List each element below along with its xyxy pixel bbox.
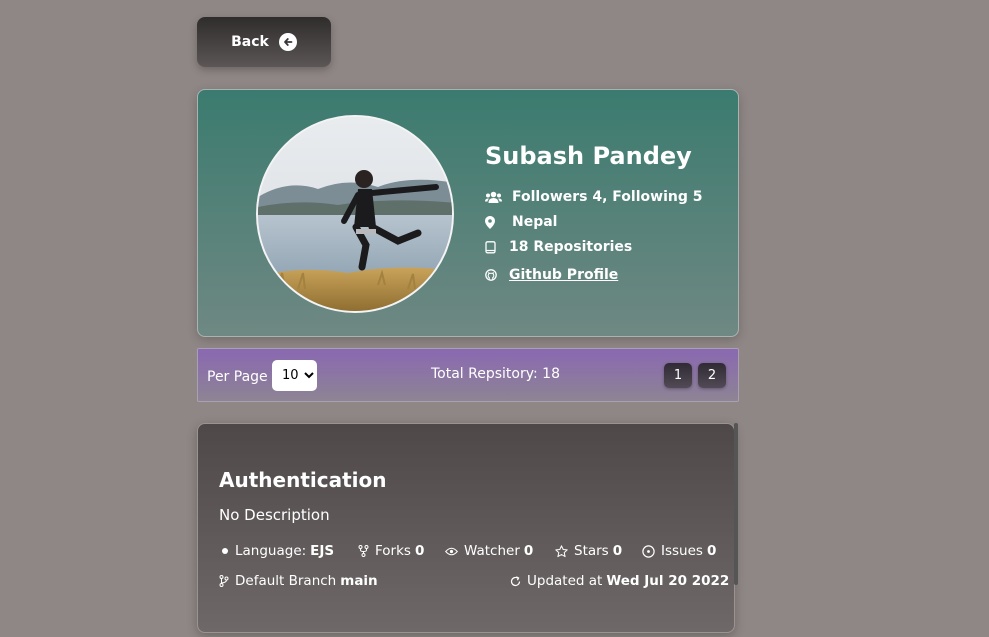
back-button[interactable]: Back — [197, 17, 331, 67]
refresh-icon — [510, 575, 521, 587]
location-text: Nepal — [512, 214, 558, 230]
per-page-label: Per Page — [207, 369, 268, 385]
map-pin-icon — [485, 215, 503, 229]
repositories-text: 18 Repositories — [509, 239, 633, 255]
branch-icon — [219, 575, 229, 587]
github-info: Github Profile — [485, 267, 618, 283]
avatar — [256, 115, 454, 313]
per-page-select[interactable]: 10 — [272, 360, 317, 391]
repo-stars: Stars 0 — [555, 543, 622, 559]
arrow-left-circle-icon — [278, 33, 297, 51]
issue-icon — [642, 544, 655, 558]
issues-value: 0 — [706, 543, 717, 559]
repo-updated: Updated at Wed Jul 20 2022 — [510, 573, 729, 589]
repository-card[interactable]: Authentication No Description Language: … — [197, 423, 735, 633]
language-value: EJS — [310, 543, 335, 559]
stars-value: 0 — [612, 543, 623, 559]
stars-label: Stars — [574, 543, 609, 559]
scrollbar[interactable] — [734, 423, 738, 585]
watcher-label: Watcher — [464, 543, 520, 559]
updated-label: Updated at — [527, 573, 603, 589]
follow-text: Followers 4, Following 5 — [512, 189, 703, 205]
location-info: Nepal — [485, 214, 557, 230]
github-profile-link[interactable]: Github Profile — [509, 267, 618, 283]
repositories-info: 18 Repositories — [485, 239, 632, 255]
repo-default-branch: Default Branch main — [219, 573, 378, 589]
dot-icon — [221, 547, 229, 555]
forks-label: Forks — [375, 543, 411, 559]
eye-icon — [445, 547, 458, 556]
language-label: Language: — [235, 543, 307, 559]
back-label: Back — [231, 34, 269, 50]
follow-info: Followers 4, Following 5 — [485, 189, 702, 205]
profile-card: Subash Pandey Followers 4, Following 5 N… — [197, 89, 739, 337]
repo-description: No Description — [219, 506, 330, 524]
page-button-2[interactable]: 2 — [698, 363, 726, 388]
users-icon — [485, 190, 503, 204]
github-icon — [485, 268, 503, 282]
updated-value: Wed Jul 20 2022 — [606, 573, 730, 589]
repo-issues: Issues 0 — [642, 543, 716, 559]
profile-name: Subash Pandey — [485, 142, 692, 170]
repo-language: Language: EJS — [221, 543, 334, 559]
page-button-1[interactable]: 1 — [664, 363, 692, 388]
fork-icon — [358, 545, 369, 557]
watcher-value: 0 — [523, 543, 534, 559]
book-icon — [485, 240, 503, 254]
issues-label: Issues — [661, 543, 703, 559]
repo-forks: Forks 0 — [358, 543, 424, 559]
repo-title[interactable]: Authentication — [219, 468, 386, 492]
repo-watchers: Watcher 0 — [445, 543, 533, 559]
branch-value: main — [340, 573, 378, 589]
branch-label: Default Branch — [235, 573, 337, 589]
total-repositories: Total Repsitory: 18 — [431, 366, 560, 382]
forks-value: 0 — [414, 543, 425, 559]
star-icon — [555, 544, 568, 558]
pagination-bar: Per Page 10 Total Repsitory: 18 1 2 — [197, 348, 739, 402]
